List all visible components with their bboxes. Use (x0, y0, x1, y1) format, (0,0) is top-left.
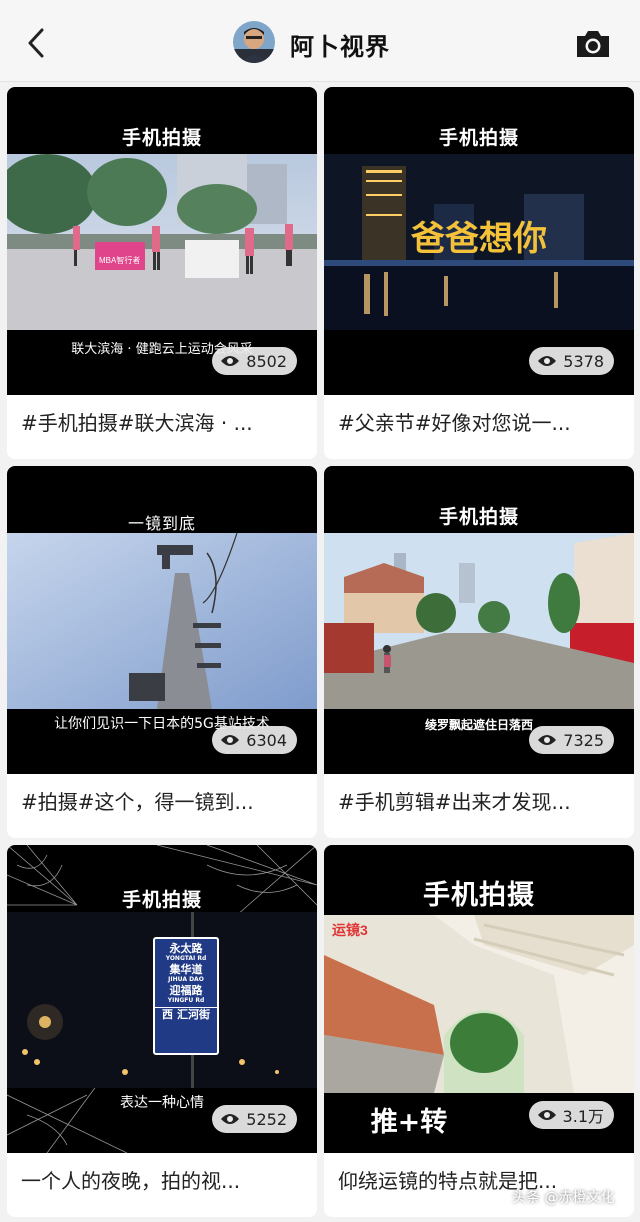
view-count: 5252 (246, 1109, 287, 1129)
view-count: 3.1万 (562, 1107, 604, 1126)
eye-icon (538, 356, 557, 366)
video-thumbnail[interactable]: 手机拍摄 运镜3 推+转 3.1万 (324, 845, 634, 1153)
video-title[interactable]: #手机拍摄#联大滨海 · ... (21, 407, 303, 436)
thumbnail-photo: MBA智行者 (7, 154, 317, 330)
top-nav-bar: 阿卜视界 (0, 0, 640, 82)
video-title[interactable]: #拍摄#这个，得一镜到... (21, 786, 303, 815)
camera-icon (577, 31, 609, 57)
thumbnail-caption-top: 手机拍摄 (121, 889, 202, 911)
video-card[interactable]: 手机拍摄 永太路 YONGTAI Rd 集华道 JIHUA DAO 迎福路 YI… (7, 845, 317, 1217)
video-title[interactable]: 一个人的夜晚，拍的视... (21, 1165, 303, 1194)
view-count-badge: 7325 (529, 726, 614, 754)
banner-text: MBA智行者 (99, 255, 140, 265)
sign-line: 迎福路 (169, 984, 203, 997)
watermark: 头条 @赤橙文化 (512, 1190, 615, 1206)
sign-line: YINGFU Rd (167, 997, 205, 1004)
thumbnail-photo (7, 533, 317, 709)
video-card[interactable]: 手机拍摄 绫罗飘起遮住日落西 7325 #手机剪辑#出来才发现... (324, 466, 634, 838)
view-count-badge: 5252 (212, 1105, 297, 1133)
video-thumbnail[interactable]: 手机拍摄 爸爸想你 5378 (324, 87, 634, 395)
view-count-badge: 3.1万 (528, 1101, 614, 1129)
video-thumbnail[interactable]: 手机拍摄 绫罗飘起遮住日落西 7325 (324, 466, 634, 774)
sign-line: JIHUA DAO (168, 976, 204, 983)
chevron-left-icon (28, 28, 44, 58)
avatar[interactable] (233, 21, 275, 63)
video-card[interactable]: 一镜到底 让你们见识一下日本的5G基站技术 6304 #拍摄#这个，得一镜到..… (7, 466, 317, 838)
thumbnail-photo: 爸爸想你 (324, 154, 634, 330)
thumbnail-photo (324, 533, 634, 709)
view-count-badge: 8502 (212, 347, 297, 375)
view-count-badge: 6304 (212, 726, 297, 754)
overlay-text: 爸爸想你 (410, 220, 547, 258)
eye-icon (221, 735, 240, 745)
thumbnail-caption-top: 手机拍摄 (423, 880, 535, 911)
video-thumbnail[interactable]: 手机拍摄 永太路 YONGTAI Rd 集华道 JIHUA DAO 迎福路 YI… (7, 845, 317, 1153)
video-title[interactable]: #父亲节#好像对您说一... (338, 407, 620, 436)
video-thumbnail[interactable]: 手机拍摄 MBA智行者 联大滨海 · 健跑云上运动会风采 8502 (7, 87, 317, 395)
street-sign: 永太路 YONGTAI Rd 集华道 JIHUA DAO 迎福路 YINGFU … (153, 937, 219, 1055)
thumbnail-caption-top: 一镜到底 (127, 514, 196, 533)
sign-line: 汇河街 (177, 1008, 210, 1021)
thumbnail-caption-bottom: 推+转 (370, 1107, 448, 1138)
view-count: 6304 (246, 730, 287, 750)
video-thumbnail[interactable]: 一镜到底 让你们见识一下日本的5G基站技术 6304 (7, 466, 317, 774)
back-button[interactable] (22, 26, 52, 60)
view-count: 8502 (246, 351, 287, 371)
sign-line: 集华道 (169, 963, 203, 976)
eye-icon (538, 735, 557, 745)
video-card[interactable]: 手机拍摄 运镜3 推+转 3.1万 仰绕运镜的特点就是把... (324, 845, 634, 1217)
page-title: 阿卜视界 (290, 33, 390, 61)
thumbnail-photo: 运镜3 (324, 915, 634, 1093)
overlay-text: 运镜3 (332, 922, 368, 938)
eye-icon (221, 356, 240, 366)
sign-line: YONGTAI Rd (165, 955, 207, 962)
view-count: 5378 (563, 351, 604, 371)
sign-line: 西 (162, 1008, 173, 1021)
sign-line: 永太路 (169, 942, 203, 955)
thumbnail-caption-top: 手机拍摄 (438, 506, 519, 528)
view-count-badge: 5378 (529, 347, 614, 375)
thumbnail-caption-top: 手机拍摄 (121, 127, 202, 149)
eye-icon (537, 1110, 556, 1120)
video-card[interactable]: 手机拍摄 爸爸想你 5378 #父亲节#好像对您说一... (324, 87, 634, 459)
eye-icon (221, 1114, 240, 1124)
thumbnail-caption-top: 手机拍摄 (438, 127, 519, 149)
video-card[interactable]: 手机拍摄 MBA智行者 联大滨海 · 健跑云上运动会风采 8502 #手机拍摄#… (7, 87, 317, 459)
video-title[interactable]: #手机剪辑#出来才发现... (338, 786, 620, 815)
camera-button[interactable] (574, 28, 612, 60)
view-count: 7325 (563, 730, 604, 750)
